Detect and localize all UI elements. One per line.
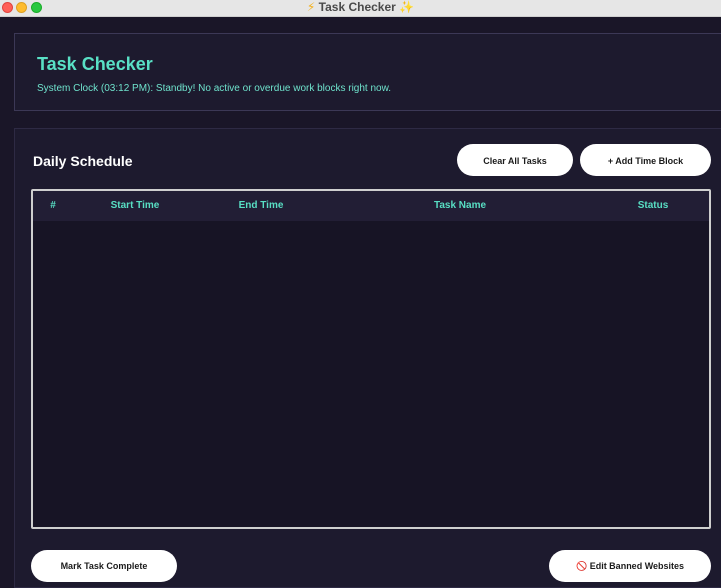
daily-schedule-title: Daily Schedule (33, 153, 133, 169)
clear-all-tasks-button[interactable]: Clear All Tasks (457, 144, 573, 176)
edit-banned-websites-label: Edit Banned Websites (589, 561, 685, 571)
window-title: ⚡ Task Checker ✨ (0, 0, 721, 16)
schedule-panel: Daily Schedule Clear All Tasks + Add Tim… (14, 128, 721, 588)
sparkles-icon: ✨ (399, 0, 415, 14)
lightning-icon: ⚡ (306, 0, 316, 14)
system-status-line: System Clock (03:12 PM): Standby! No act… (37, 83, 392, 94)
column-header-status[interactable]: Status (618, 191, 688, 221)
column-header-task-name[interactable]: Task Name (383, 191, 537, 221)
column-header-number[interactable]: # (33, 191, 73, 221)
table-header: # Start Time End Time Task Name Status (33, 191, 709, 221)
window-titlebar: ⚡ Task Checker ✨ (0, 0, 721, 17)
column-header-end-time[interactable]: End Time (219, 191, 303, 221)
window-title-text: Task Checker (318, 0, 396, 14)
mark-task-complete-button[interactable]: Mark Task Complete (31, 550, 177, 582)
header-panel: Task Checker System Clock (03:12 PM): St… (14, 33, 721, 111)
add-time-block-button[interactable]: + Add Time Block (580, 144, 711, 176)
schedule-table[interactable]: # Start Time End Time Task Name Status (31, 189, 711, 529)
app-title: Task Checker (37, 54, 153, 74)
app-body: Task Checker System Clock (03:12 PM): St… (0, 17, 721, 588)
column-header-start-time[interactable]: Start Time (93, 191, 177, 221)
edit-banned-websites-button[interactable]: 🚫 Edit Banned Websites (549, 550, 711, 582)
no-entry-icon: 🚫 (575, 561, 588, 571)
